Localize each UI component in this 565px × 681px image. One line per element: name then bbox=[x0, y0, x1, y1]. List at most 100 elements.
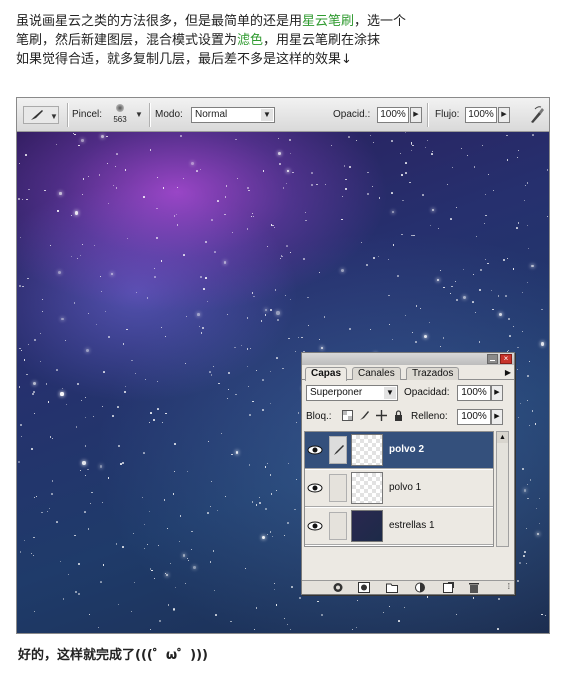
eye-icon[interactable] bbox=[307, 481, 323, 495]
star bbox=[405, 172, 408, 175]
star bbox=[60, 392, 64, 396]
star bbox=[49, 436, 51, 438]
star bbox=[51, 493, 54, 496]
fill-field[interactable]: 100% bbox=[457, 409, 491, 425]
new-layer-icon[interactable] bbox=[442, 582, 454, 593]
link-cell[interactable] bbox=[329, 512, 347, 540]
star bbox=[455, 614, 457, 616]
layer-row-polvo-1[interactable]: polvo 1 bbox=[305, 470, 493, 507]
lock-pixels-icon[interactable] bbox=[359, 410, 370, 421]
link-layers-icon[interactable] bbox=[332, 582, 344, 593]
scroll-up-icon[interactable]: ▲ bbox=[497, 432, 508, 443]
tab-capas[interactable]: Capas bbox=[305, 367, 348, 381]
star bbox=[286, 245, 289, 248]
layer-mask-icon[interactable] bbox=[358, 582, 370, 593]
star bbox=[199, 168, 202, 170]
new-group-icon[interactable] bbox=[386, 582, 398, 593]
panel-title-bar[interactable]: × bbox=[302, 353, 514, 365]
star bbox=[367, 171, 369, 173]
star bbox=[404, 314, 406, 316]
flow-field[interactable]: 100% bbox=[465, 107, 497, 123]
star bbox=[223, 260, 227, 264]
star bbox=[388, 323, 390, 325]
star bbox=[411, 149, 413, 152]
nebula-canvas[interactable]: × Capas Canales Trazados ▶ Superponer ▼ … bbox=[17, 132, 549, 633]
star bbox=[516, 227, 519, 229]
star bbox=[273, 226, 275, 229]
star bbox=[431, 153, 434, 156]
star bbox=[266, 534, 269, 536]
mode-select[interactable]: Normal ▼ bbox=[191, 107, 275, 123]
star bbox=[316, 183, 318, 185]
star bbox=[81, 193, 83, 195]
star bbox=[275, 604, 278, 607]
star bbox=[82, 177, 85, 180]
star bbox=[518, 562, 521, 565]
star bbox=[352, 628, 354, 631]
star bbox=[32, 393, 34, 395]
star bbox=[262, 379, 264, 381]
star bbox=[451, 285, 453, 288]
star bbox=[191, 530, 193, 533]
brush-picker[interactable]: 563 bbox=[109, 102, 131, 130]
star bbox=[82, 461, 86, 465]
layer-list-scrollbar[interactable]: ▲ bbox=[496, 431, 509, 547]
star bbox=[411, 144, 414, 147]
brush-size: 563 bbox=[113, 115, 127, 124]
link-cell[interactable] bbox=[329, 474, 347, 502]
star bbox=[467, 155, 469, 157]
star bbox=[421, 595, 423, 597]
eye-icon[interactable] bbox=[307, 519, 323, 533]
star bbox=[185, 582, 187, 584]
outro-text: 好的，这样就完成了(((゜ω゜))) bbox=[18, 648, 208, 663]
flow-slider-button[interactable]: ▶ bbox=[498, 107, 510, 123]
star bbox=[507, 258, 509, 259]
star bbox=[527, 374, 530, 377]
minimize-button[interactable] bbox=[487, 354, 498, 364]
adjustment-layer-icon[interactable] bbox=[414, 582, 426, 593]
lock-position-icon[interactable] bbox=[376, 410, 387, 421]
tool-preset-picker[interactable]: ▼ bbox=[23, 106, 59, 124]
brush-dropdown-icon[interactable]: ▼ bbox=[135, 110, 143, 119]
star bbox=[377, 256, 380, 258]
star bbox=[372, 257, 375, 259]
lock-transparency-icon[interactable] bbox=[342, 410, 353, 421]
star bbox=[40, 511, 43, 514]
tab-canales[interactable]: Canales bbox=[352, 367, 401, 380]
star bbox=[436, 279, 439, 282]
tab-trazados[interactable]: Trazados bbox=[406, 367, 460, 380]
trash-icon[interactable] bbox=[468, 582, 480, 593]
layer-row-estrellas-1[interactable]: estrellas 1 bbox=[305, 508, 493, 545]
star bbox=[115, 152, 118, 155]
opacity-field[interactable]: 100% bbox=[377, 107, 409, 123]
star bbox=[75, 426, 78, 428]
star bbox=[452, 167, 454, 169]
opacity-slider-button[interactable]: ▶ bbox=[410, 107, 422, 123]
panel-menu-icon[interactable]: ▶ bbox=[505, 368, 511, 377]
lock-all-icon[interactable] bbox=[393, 410, 404, 421]
star bbox=[310, 183, 313, 186]
blend-mode-select[interactable]: Superponer ▼ bbox=[306, 385, 398, 401]
star bbox=[320, 346, 323, 350]
eye-icon[interactable] bbox=[307, 443, 323, 457]
layer-opacity-slider-button[interactable]: ▶ bbox=[491, 385, 503, 401]
star bbox=[544, 615, 546, 617]
star bbox=[388, 294, 391, 297]
star bbox=[431, 150, 433, 152]
resize-grip-icon[interactable]: ⁞ bbox=[508, 582, 510, 591]
star bbox=[99, 465, 102, 468]
fill-slider-button[interactable]: ▶ bbox=[491, 409, 503, 425]
brush-link-cell[interactable] bbox=[329, 436, 347, 464]
close-button[interactable]: × bbox=[500, 354, 512, 364]
star bbox=[82, 244, 84, 246]
star bbox=[224, 213, 226, 216]
star bbox=[498, 598, 501, 601]
star bbox=[77, 592, 80, 595]
star bbox=[422, 194, 424, 196]
layer-opacity-field[interactable]: 100% bbox=[457, 385, 491, 401]
star bbox=[62, 598, 65, 600]
star bbox=[214, 590, 216, 592]
star bbox=[179, 134, 182, 137]
layer-row-polvo-2[interactable]: polvo 2 bbox=[305, 432, 493, 469]
airbrush-icon[interactable] bbox=[529, 106, 545, 124]
